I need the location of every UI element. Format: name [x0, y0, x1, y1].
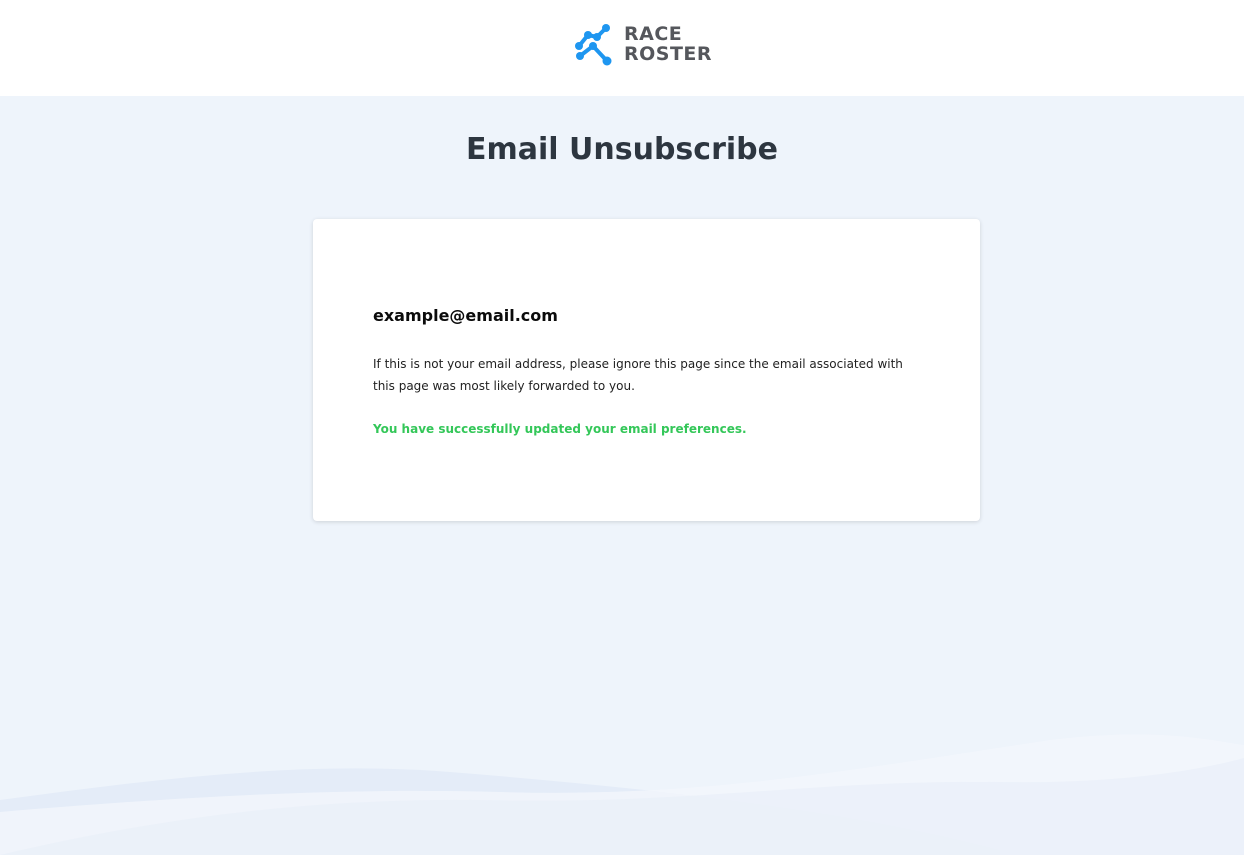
- logo-line-roster: ROSTER: [624, 43, 713, 65]
- page-title: Email Unsubscribe: [466, 132, 778, 167]
- wrong-email-notice: If this is not your email address, pleas…: [373, 357, 903, 393]
- background-waves: [0, 734, 1244, 855]
- email-address: example@email.com: [373, 306, 558, 325]
- race-roster-logo-icon: [575, 24, 612, 66]
- success-message: You have successfully updated your email…: [373, 422, 747, 436]
- page: RACE ROSTER Email Unsubscribe example@em…: [0, 0, 1244, 855]
- logo-line-race: RACE: [624, 23, 683, 45]
- logo-wordmark: RACE ROSTER: [624, 24, 712, 64]
- unsubscribe-card: example@email.com If this is not your em…: [313, 219, 980, 521]
- top-header: RACE ROSTER: [0, 0, 1244, 96]
- race-roster-logo[interactable]: RACE ROSTER: [574, 22, 712, 66]
